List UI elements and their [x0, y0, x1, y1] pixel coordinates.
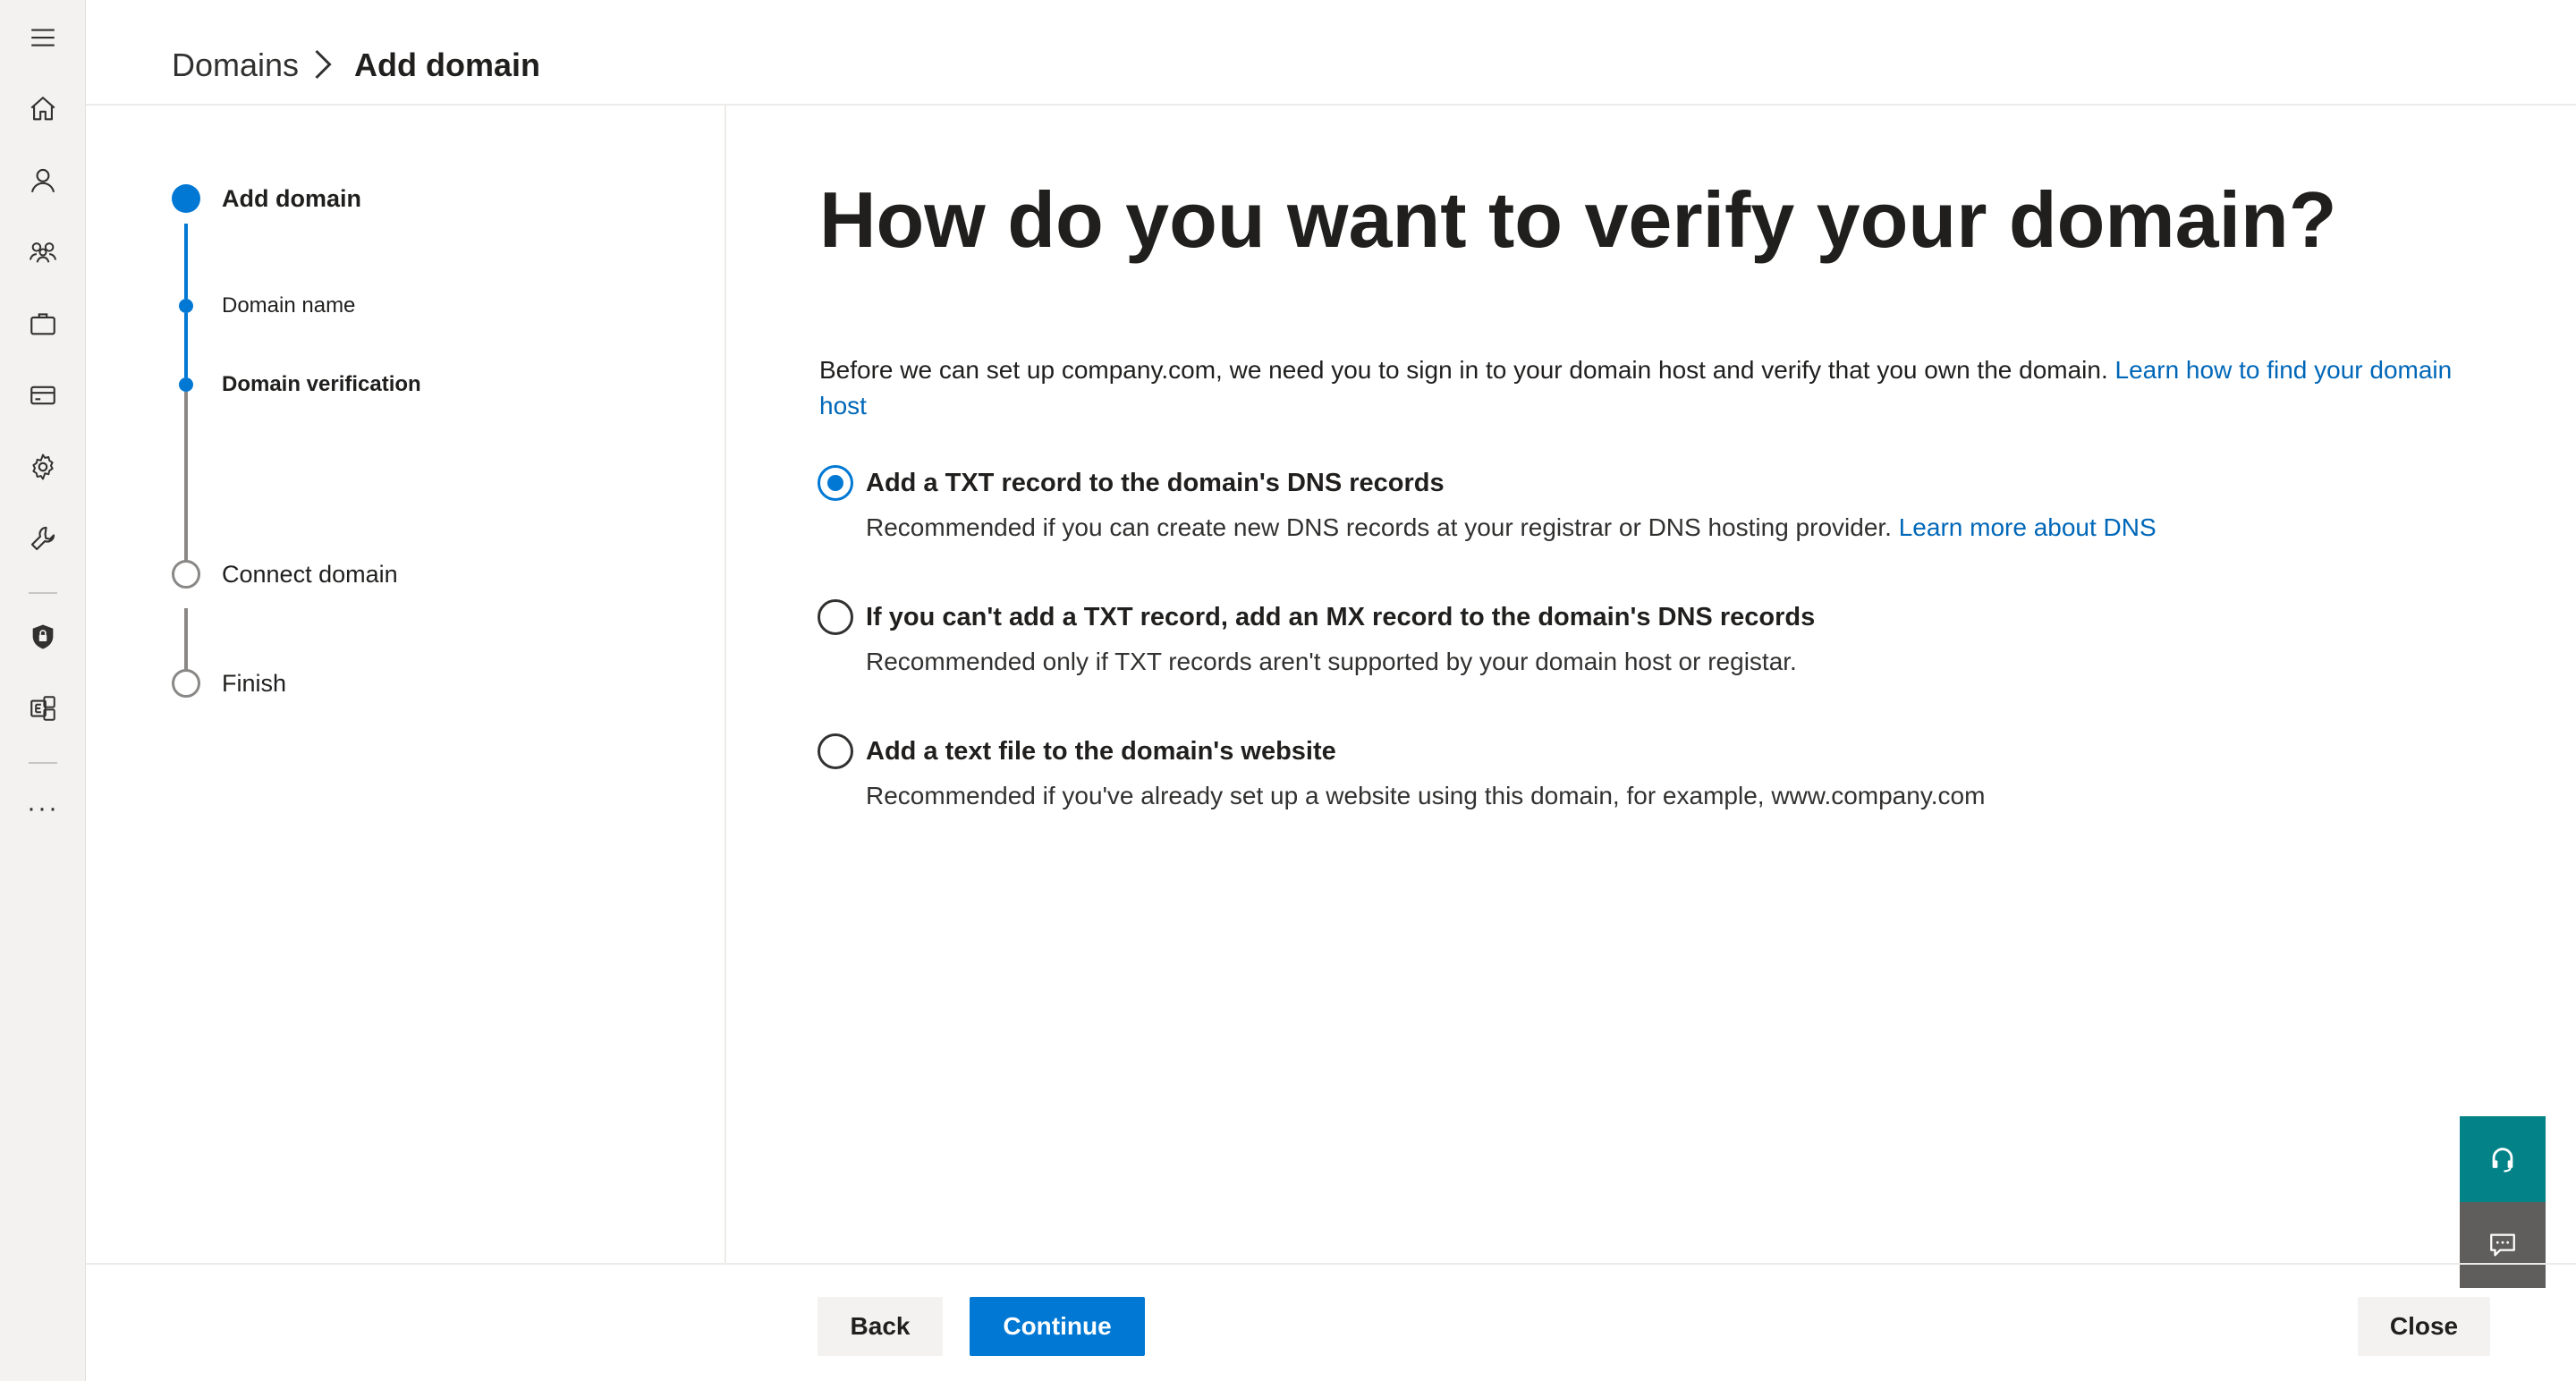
step-label-domain-name: Domain name: [222, 293, 356, 318]
continue-button[interactable]: Continue: [970, 1297, 1145, 1356]
nav-groups-button[interactable]: [0, 224, 86, 281]
option-label[interactable]: Add a text file to the domain's website: [866, 733, 1336, 769]
security-shield-icon: [32, 624, 54, 649]
option-description: Recommended only if TXT records aren't s…: [866, 648, 1797, 675]
rail-divider: [29, 762, 57, 764]
step-indicator-todo: [172, 560, 200, 589]
learn-more-dns-link[interactable]: Learn more about DNS: [1899, 513, 2157, 541]
substep-indicator-done: [179, 299, 193, 313]
exchange-icon: [30, 696, 55, 721]
step-label-connect-domain: Connect domain: [222, 561, 398, 588]
user-icon: [30, 168, 55, 193]
radio-txt-record[interactable]: [818, 465, 853, 501]
step-indicator-todo: [172, 669, 200, 698]
nav-setup-button[interactable]: [0, 510, 86, 567]
help-support-button[interactable]: [2460, 1116, 2546, 1202]
chevron-right-icon: [309, 47, 336, 94]
app-nav-rail: ···: [0, 0, 86, 1381]
step-label-domain-verification: Domain verification: [222, 372, 421, 396]
more-icon[interactable]: ···: [0, 780, 86, 837]
wizard-stepper: Add domain Domain name Domain verificati…: [86, 106, 726, 1263]
hamburger-menu-button[interactable]: [0, 9, 86, 66]
step-connector: [184, 313, 188, 377]
radio-mx-record[interactable]: [818, 599, 853, 635]
nav-settings-button[interactable]: [0, 438, 86, 496]
close-button[interactable]: Close: [2358, 1297, 2490, 1356]
step-connector: [184, 392, 188, 567]
breadcrumb-domains-link[interactable]: Domains: [172, 43, 299, 88]
billing-card-icon: [30, 385, 55, 405]
nav-home-button[interactable]: [0, 80, 86, 138]
nav-resources-button[interactable]: [0, 295, 86, 352]
step-connector: [184, 608, 188, 676]
nav-security-button[interactable]: [0, 608, 86, 665]
substep-indicator-current: [179, 377, 193, 392]
option-label[interactable]: Add a TXT record to the domain's DNS rec…: [866, 465, 1445, 501]
step-label-add-domain: Add domain: [222, 185, 361, 212]
feedback-icon: [2490, 1233, 2515, 1257]
wizard-footer: Back Continue Close: [86, 1263, 2576, 1381]
back-button[interactable]: Back: [818, 1297, 943, 1356]
option-description: Recommended if you can create new DNS re…: [866, 510, 2157, 546]
gear-icon: [32, 453, 54, 480]
radio-text-file[interactable]: [818, 733, 853, 769]
briefcase-icon: [30, 313, 55, 335]
hamburger-icon: [31, 29, 55, 47]
option-description-text: Recommended if you can create new DNS re…: [866, 513, 1899, 541]
step-indicator-current: [172, 184, 200, 213]
page-title: How do you want to verify your domain?: [819, 175, 2337, 264]
step-connector: [184, 224, 188, 299]
step-label-finish: Finish: [222, 670, 287, 697]
option-label[interactable]: If you can't add a TXT record, add an MX…: [866, 599, 1815, 635]
nav-exchange-button[interactable]: [0, 680, 86, 737]
wrench-icon: [30, 526, 55, 551]
intro-paragraph: Before we can set up company.com, we nee…: [819, 352, 2483, 424]
headset-icon: [2492, 1148, 2513, 1173]
option-description: Recommended if you've already set up a w…: [866, 782, 1986, 809]
home-icon: [30, 97, 55, 121]
nav-users-button[interactable]: [0, 152, 86, 209]
intro-text: Before we can set up company.com, we nee…: [819, 356, 2115, 384]
group-icon: [29, 242, 57, 263]
rail-divider: [29, 592, 57, 594]
breadcrumb-current: Add domain: [354, 47, 540, 83]
page-header: Domains Add domain: [86, 0, 2576, 106]
nav-billing-button[interactable]: [0, 367, 86, 424]
